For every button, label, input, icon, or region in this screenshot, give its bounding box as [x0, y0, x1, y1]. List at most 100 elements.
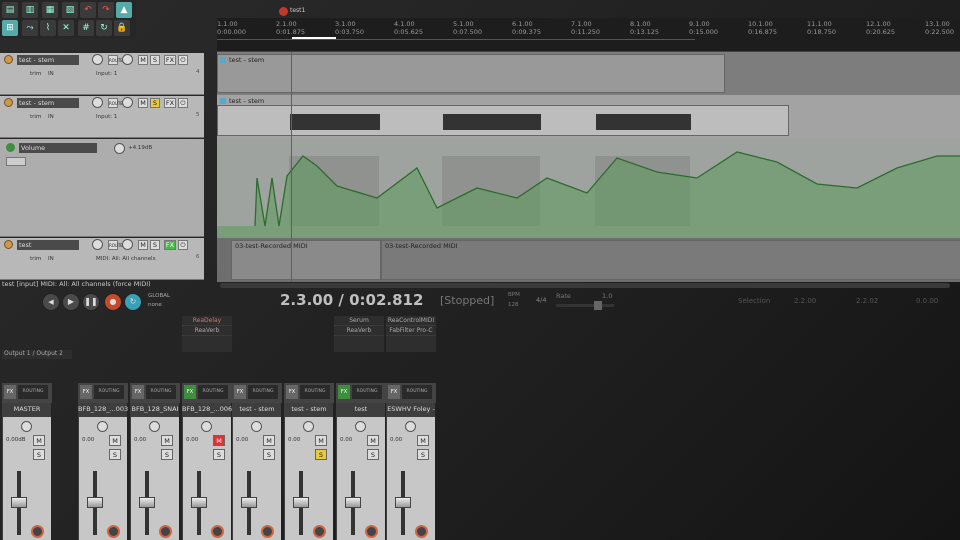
- horizontal-scrollbar[interactable]: [220, 283, 950, 288]
- new-project-icon[interactable]: ▤: [2, 2, 18, 18]
- channel-name[interactable]: test: [336, 405, 386, 415]
- routing-button[interactable]: ROUTING: [248, 385, 278, 399]
- record-button[interactable]: ●: [104, 293, 122, 311]
- routing-button[interactable]: ROUTE: [108, 98, 123, 108]
- track-panel-4[interactable]: test - stem ROUTE M S FX ⏻ trim IN Input…: [0, 53, 204, 95]
- timeline-ruler[interactable]: test1 1.1.00 0:00.000 2.1.00 0:01.875 3.1.00…: [217, 7, 960, 52]
- fx-button[interactable]: FX: [164, 98, 176, 108]
- solo-button[interactable]: S: [109, 449, 121, 460]
- pan-knob[interactable]: [251, 421, 262, 432]
- track-name[interactable]: test - stem: [17, 98, 79, 108]
- fx-button[interactable]: FX: [80, 385, 92, 399]
- repeat-button[interactable]: ↻: [124, 293, 142, 311]
- solo-button[interactable]: S: [150, 55, 160, 65]
- channel-strip[interactable]: FX ROUTING test - stem 0.00 M S: [232, 383, 282, 540]
- pan-knob[interactable]: [122, 54, 133, 65]
- lock-icon[interactable]: 🔒: [114, 20, 130, 36]
- envelope-link-icon[interactable]: ⌇: [40, 20, 56, 36]
- mute-button[interactable]: M: [213, 435, 225, 446]
- record-arm-icon[interactable]: [313, 525, 326, 538]
- solo-button[interactable]: S: [367, 449, 379, 460]
- selection-end[interactable]: 2.2.02: [856, 297, 878, 305]
- solo-button[interactable]: S: [417, 449, 429, 460]
- auto-crossfade-icon[interactable]: ✕: [58, 20, 74, 36]
- mute-button[interactable]: M: [138, 55, 148, 65]
- pan-knob[interactable]: [149, 421, 160, 432]
- volume-fader[interactable]: [293, 497, 309, 508]
- volume-knob[interactable]: [92, 239, 103, 250]
- mute-button[interactable]: M: [138, 98, 148, 108]
- master-strip[interactable]: FX ROUTING MASTER 0.00dB M S: [2, 383, 52, 540]
- play-button[interactable]: ▶: [62, 293, 80, 311]
- mute-button[interactable]: M: [161, 435, 173, 446]
- volume-fader[interactable]: [11, 497, 27, 508]
- fx-button[interactable]: FX: [132, 385, 144, 399]
- fx-bypass-icon[interactable]: ⏻: [178, 240, 188, 250]
- fx-button[interactable]: FX: [286, 385, 298, 399]
- fx-button[interactable]: FX: [164, 240, 176, 250]
- routing-button[interactable]: ROUTING: [146, 385, 176, 399]
- fx-button[interactable]: FX: [388, 385, 400, 399]
- pan-knob[interactable]: [355, 421, 366, 432]
- fx-slot-item[interactable]: ReaDelay: [182, 316, 232, 326]
- mute-button[interactable]: M: [109, 435, 121, 446]
- channel-strip[interactable]: FX ROUTING BFB_128_...006 0.00 M S: [182, 383, 232, 540]
- solo-button[interactable]: S: [263, 449, 275, 460]
- track-name[interactable]: test: [17, 240, 79, 250]
- fx-chain-slot[interactable]: ReaDelay ReaVerb: [182, 316, 232, 352]
- fx-button[interactable]: FX: [184, 385, 196, 399]
- envelope-arm-icon[interactable]: [6, 143, 15, 152]
- volume-knob[interactable]: [92, 97, 103, 108]
- mute-button[interactable]: M: [315, 435, 327, 446]
- volume-envelope[interactable]: [217, 138, 960, 238]
- channel-strip[interactable]: FX ROUTING ESWHV Foley - 0.00 M S: [386, 383, 436, 540]
- channel-name[interactable]: BFB_128_...006: [182, 405, 232, 415]
- fx-slot-item[interactable]: ReaVerb: [334, 326, 384, 336]
- grid-snap-icon[interactable]: ⊞: [2, 20, 18, 36]
- arrange-view[interactable]: test - stem test - stem 03-test-Recorded…: [217, 52, 960, 282]
- routing-button[interactable]: ROUTE: [108, 55, 123, 65]
- grid-icon[interactable]: #: [78, 20, 94, 36]
- volume-fader[interactable]: [395, 497, 411, 508]
- envelope-panel[interactable]: Volume +4.19dB: [0, 139, 204, 237]
- record-arm-icon[interactable]: [4, 240, 13, 249]
- rate-slider[interactable]: [556, 304, 614, 307]
- fx-slot-item[interactable]: ReaVerb: [182, 326, 232, 336]
- undo-icon[interactable]: ↶: [80, 2, 96, 18]
- input-select[interactable]: MIDI: All: All channels: [96, 256, 155, 262]
- ripple-edit-icon[interactable]: ⤳: [22, 20, 38, 36]
- pan-knob[interactable]: [303, 421, 314, 432]
- routing-button[interactable]: ROUTE: [108, 240, 123, 250]
- record-arm-icon[interactable]: [31, 525, 44, 538]
- fx-slot-item[interactable]: ReaControlMIDI: [386, 316, 436, 326]
- record-arm-icon[interactable]: [4, 55, 13, 64]
- record-arm-icon[interactable]: [365, 525, 378, 538]
- fx-button[interactable]: FX: [234, 385, 246, 399]
- pan-knob[interactable]: [122, 97, 133, 108]
- automation-mode-select[interactable]: none: [148, 302, 162, 308]
- fx-bypass-icon[interactable]: ⏻: [178, 98, 188, 108]
- metronome-icon[interactable]: ▲: [116, 2, 132, 18]
- rate-slider-thumb[interactable]: [594, 301, 602, 310]
- routing-button[interactable]: ROUTING: [352, 385, 382, 399]
- mute-button[interactable]: M: [138, 240, 148, 250]
- solo-button[interactable]: S: [315, 449, 327, 460]
- routing-button[interactable]: ROUTING: [300, 385, 330, 399]
- routing-button[interactable]: ROUTING: [402, 385, 432, 399]
- track-name[interactable]: test - stem: [17, 55, 79, 65]
- record-arm-icon[interactable]: [4, 98, 13, 107]
- marker-flag[interactable]: [279, 7, 288, 16]
- solo-button[interactable]: S: [213, 449, 225, 460]
- open-project-icon[interactable]: ▥: [22, 2, 38, 18]
- channel-strip[interactable]: FX ROUTING BFB_128_SNAI 0.00 M S: [130, 383, 180, 540]
- midi-item[interactable]: 03-test-Recorded MIDI: [381, 240, 960, 280]
- mute-button[interactable]: M: [417, 435, 429, 446]
- volume-fader[interactable]: [191, 497, 207, 508]
- envelope-name[interactable]: Volume: [19, 143, 97, 153]
- input-select[interactable]: Input: 1: [96, 114, 117, 120]
- fx-button[interactable]: FX: [338, 385, 350, 399]
- volume-fader[interactable]: [139, 497, 155, 508]
- pan-knob[interactable]: [122, 239, 133, 250]
- solo-button[interactable]: S: [150, 240, 160, 250]
- redo-icon[interactable]: ↷: [98, 2, 114, 18]
